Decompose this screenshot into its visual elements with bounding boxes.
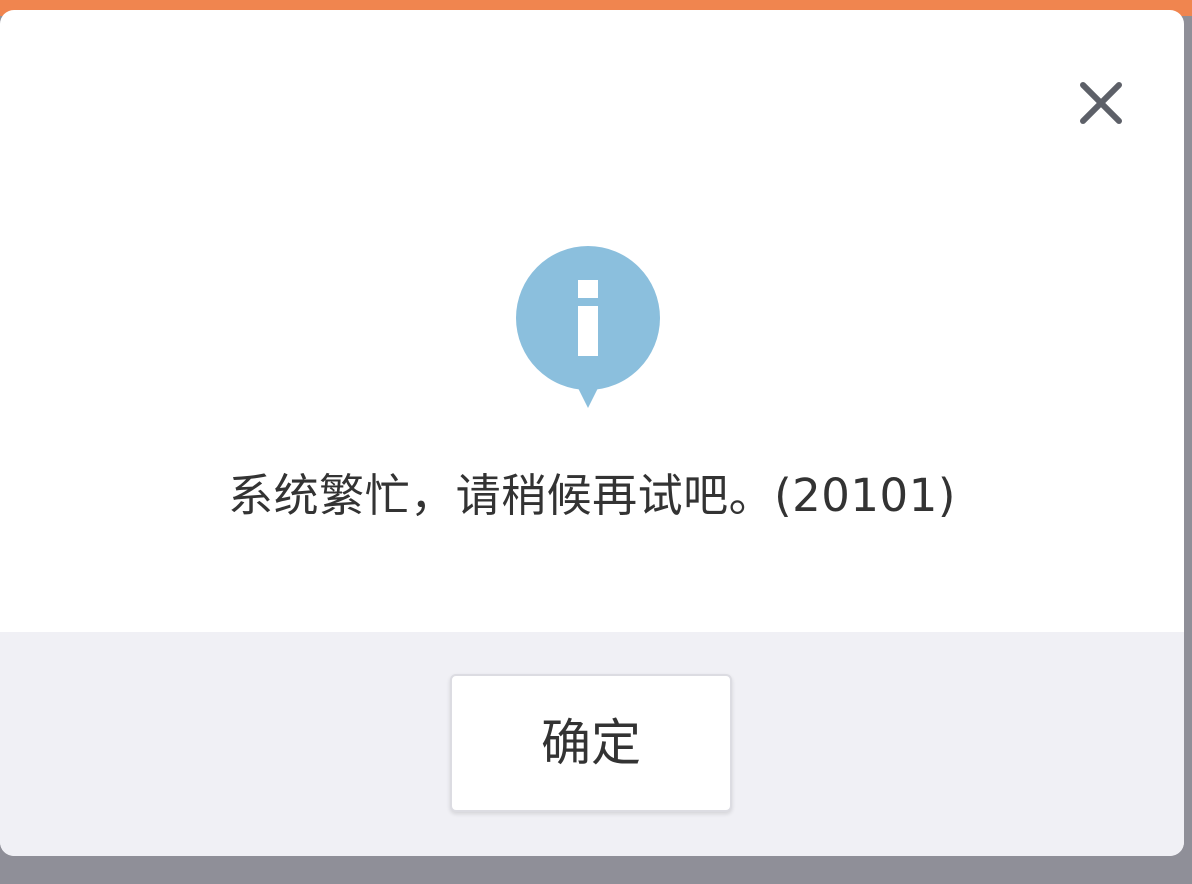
info-icon (512, 242, 664, 410)
close-icon (1080, 82, 1122, 124)
close-button[interactable] (1070, 72, 1132, 134)
dialog-footer: 确定 (0, 632, 1184, 856)
error-message: 系统繁忙，请稍候再试吧。(20101) (228, 469, 956, 522)
error-dialog: 系统繁忙，请稍候再试吧。(20101) 确定 (0, 10, 1184, 856)
confirm-button[interactable]: 确定 (450, 674, 732, 812)
